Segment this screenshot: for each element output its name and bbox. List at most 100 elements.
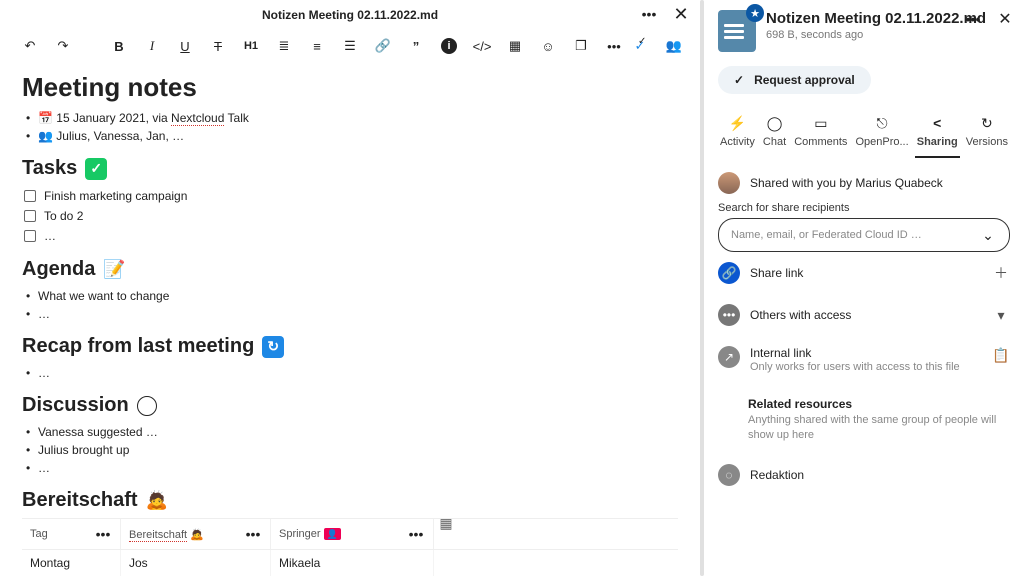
panel-close-icon[interactable]: ✕: [996, 10, 1014, 28]
table-settings-icon[interactable]: ▦: [437, 514, 455, 532]
meta-attendees: 👥 Julius, Vanessa, Jan, …: [24, 127, 678, 145]
ol-icon[interactable]: ≡: [309, 38, 325, 54]
clipboard-icon[interactable]: 📋: [992, 346, 1010, 364]
redaktion-row[interactable]: ◌ Redaktion: [718, 454, 1010, 496]
table-header: Tag••• Bereitschaft 🙇••• Springer 👤•••: [22, 518, 678, 550]
agenda-item: …: [24, 305, 678, 323]
details-panel: Notizen Meeting 02.11.2022.md 698 B, sec…: [704, 0, 1024, 576]
discussion-item: Julius brought up: [24, 441, 678, 459]
redo-icon[interactable]: ↷: [55, 38, 71, 54]
link-icon[interactable]: 🔗: [375, 38, 391, 54]
more-icon[interactable]: •••: [640, 5, 658, 23]
done-icon[interactable]: ✓✓: [632, 38, 648, 54]
document-body[interactable]: Meeting notes 📅 15 January 2021, via Nex…: [0, 62, 700, 576]
code-icon[interactable]: </>: [474, 38, 490, 54]
panel-title: Notizen Meeting 02.11.2022.md: [766, 10, 986, 27]
link-icon: 🔗: [718, 262, 740, 284]
editor-header: Notizen Meeting 02.11.2022.md ••• ✕: [0, 0, 700, 30]
memo-icon: 📝: [103, 259, 125, 280]
editor-toolbar: ↶ ↷ B I U T H1 ≣ ≡ ☰ 🔗 ” i </> ▦ ☺ ❐ •••…: [0, 30, 700, 62]
panel-tabs: ⚡Activity ◯Chat ▭Comments ⎋OpenPro... <S…: [718, 110, 1010, 158]
discussion-item: Vanessa suggested …: [24, 423, 678, 441]
checkbox-icon[interactable]: [24, 230, 36, 242]
avatar: [718, 172, 740, 194]
italic-icon[interactable]: I: [144, 38, 160, 54]
underline-icon[interactable]: U: [177, 38, 193, 54]
related-sub: Anything shared with the same group of p…: [748, 413, 1010, 444]
quote-icon[interactable]: ”: [408, 38, 424, 54]
tab-chat[interactable]: ◯Chat: [761, 110, 788, 158]
share-icon: <: [928, 114, 946, 132]
add-icon[interactable]: ＋: [992, 264, 1010, 282]
discussion-item: …: [24, 459, 678, 477]
chevron-down-icon[interactable]: ▾: [992, 306, 1010, 324]
meta-date: 📅 15 January 2021, via Nextcloud Talk: [24, 109, 678, 127]
recap-heading: Recap from last meeting↻: [22, 335, 678, 358]
share-search-input[interactable]: Name, email, or Federated Cloud ID … ⌄: [718, 218, 1010, 252]
others-access-row[interactable]: ••• Others with access ▾: [718, 294, 1010, 336]
external-icon: ↗: [718, 346, 740, 368]
task-item[interactable]: To do 2: [24, 206, 678, 226]
recap-item: …: [24, 364, 678, 382]
group-icon: ◌: [718, 464, 740, 486]
task-item[interactable]: Finish marketing campaign: [24, 186, 678, 206]
tab-activity[interactable]: ⚡Activity: [718, 110, 757, 158]
request-approval-button[interactable]: ✓ Request approval: [718, 66, 871, 94]
close-icon[interactable]: ✕: [672, 5, 690, 23]
related-heading: Related resources: [748, 397, 1010, 411]
table[interactable]: ▦ Tag••• Bereitschaft 🙇••• Springer 👤•••…: [22, 518, 678, 576]
file-icon: [718, 10, 756, 52]
panel-more-icon[interactable]: •••: [964, 10, 982, 28]
history-icon: ↻: [978, 114, 996, 132]
editor-pane: Notizen Meeting 02.11.2022.md ••• ✕ ↶ ↷ …: [0, 0, 700, 576]
info-icon[interactable]: i: [441, 38, 457, 54]
bolt-icon: ⚡: [728, 114, 746, 132]
image-icon[interactable]: ❐: [573, 38, 589, 54]
task-item[interactable]: …: [24, 226, 678, 246]
tab-sharing[interactable]: <Sharing: [915, 110, 960, 158]
dots-icon: •••: [718, 304, 740, 326]
tab-openproject[interactable]: ⎋OpenPro...: [853, 110, 910, 158]
overflow-icon[interactable]: •••: [606, 38, 622, 54]
checkbox-icon[interactable]: [24, 190, 36, 202]
heading-icon[interactable]: H1: [243, 38, 259, 54]
search-label: Search for share recipients: [718, 202, 1010, 214]
comment-icon: ▭: [812, 114, 830, 132]
panel-header: Notizen Meeting 02.11.2022.md 698 B, sec…: [718, 10, 1010, 52]
tab-versions[interactable]: ↻Versions: [964, 110, 1010, 158]
internal-link-row[interactable]: ↗ Internal link Only works for users wit…: [718, 336, 1010, 383]
check-icon: ✓: [85, 158, 107, 180]
chevron-down-icon[interactable]: ⌄: [979, 226, 997, 244]
table-icon[interactable]: ▦: [507, 38, 523, 54]
strike-icon[interactable]: T: [210, 38, 226, 54]
share-link-row[interactable]: 🔗 Share link ＋: [718, 252, 1010, 294]
checklist-icon[interactable]: ☰: [342, 38, 358, 54]
agenda-heading: Agenda📝: [22, 258, 678, 281]
table-row[interactable]: Montag Jos Mikaela: [22, 550, 678, 576]
checkbox-icon[interactable]: [24, 210, 36, 222]
tab-comments[interactable]: ▭Comments: [792, 110, 849, 158]
check-icon: ✓: [734, 73, 744, 87]
person-icon: 🙇: [146, 490, 168, 511]
panel-subtitle: 698 B, seconds ago: [766, 29, 986, 41]
discussion-heading: Discussion: [22, 394, 678, 417]
loop-icon: ↻: [262, 336, 284, 358]
ul-icon[interactable]: ≣: [276, 38, 292, 54]
tasks-heading: Tasks✓: [22, 157, 678, 180]
emoji-icon[interactable]: ☺: [540, 38, 556, 54]
agenda-item: What we want to change: [24, 287, 678, 305]
shared-with-row: Shared with you by Marius Quabeck: [718, 172, 1010, 194]
bold-icon[interactable]: B: [111, 38, 127, 54]
speech-icon: [137, 396, 157, 416]
undo-icon[interactable]: ↶: [22, 38, 38, 54]
doc-h1: Meeting notes: [22, 72, 678, 103]
collaborators-icon[interactable]: 👥: [666, 38, 682, 54]
placeholder-text: Name, email, or Federated Cloud ID …: [731, 229, 922, 241]
col-menu-icon[interactable]: •••: [94, 525, 112, 543]
col-menu-icon[interactable]: •••: [244, 525, 262, 543]
col-menu-icon[interactable]: •••: [407, 525, 425, 543]
op-icon: ⎋: [873, 114, 891, 132]
document-filename: Notizen Meeting 02.11.2022.md: [262, 8, 438, 22]
bereitschaft-heading: Bereitschaft🙇: [22, 489, 678, 512]
chat-icon: ◯: [766, 114, 784, 132]
